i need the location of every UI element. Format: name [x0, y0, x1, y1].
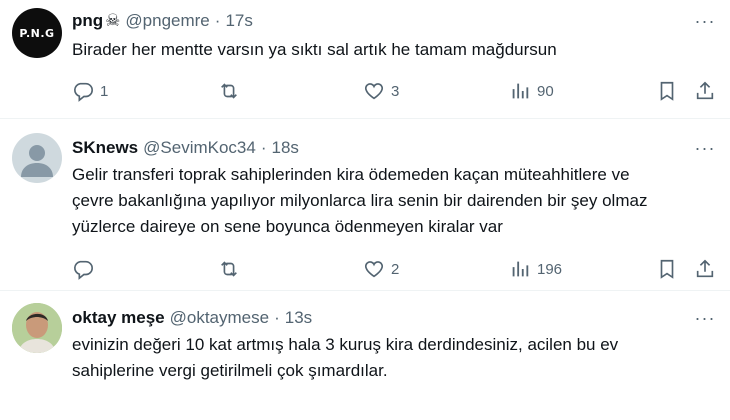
- user-handle[interactable]: @pngemre: [125, 10, 209, 32]
- more-icon[interactable]: ···: [694, 10, 716, 32]
- display-name[interactable]: SKnews: [72, 137, 138, 159]
- timestamp[interactable]: 17s: [225, 10, 252, 32]
- separator: ·: [214, 11, 221, 30]
- skull-crossbones-icon: ☠: [105, 11, 121, 30]
- avatar[interactable]: [12, 303, 62, 353]
- more-icon[interactable]: ···: [694, 307, 716, 329]
- tweet[interactable]: oktay meşe @oktaymese · 13s ··· evinizin…: [0, 291, 730, 420]
- tweet[interactable]: P.N.G png ☠ @pngemre · 17s ··· Birader h…: [0, 0, 730, 118]
- timestamp[interactable]: 13s: [285, 307, 312, 329]
- view-count: 90: [537, 82, 554, 100]
- user-handle[interactable]: @SevimKoc34: [143, 137, 256, 159]
- reply-icon: [74, 82, 93, 102]
- heart-icon: [364, 83, 384, 100]
- separator: ·: [260, 138, 267, 157]
- like-button[interactable]: 3: [363, 78, 399, 104]
- share-icon: [696, 259, 714, 278]
- views-button[interactable]: 90: [509, 78, 554, 104]
- views-button[interactable]: 196: [509, 256, 562, 282]
- like-count: 2: [391, 260, 400, 278]
- tweet-text: evinizin değeri 10 kat artmış hala 3 kur…: [72, 335, 619, 380]
- tweet[interactable]: SKnews @SevimKoc34 · 18s ··· Gelir trans…: [0, 119, 730, 289]
- user-handle[interactable]: @oktaymese: [170, 307, 269, 329]
- views-icon: [512, 261, 529, 277]
- default-avatar-icon: [21, 145, 53, 177]
- retweet-icon: [221, 83, 237, 99]
- reply-icon: [74, 260, 93, 280]
- retweet-icon: [221, 261, 237, 277]
- share-icon: [696, 81, 714, 100]
- tweet-text: Gelir transferi toprak sahiplerinden kir…: [72, 165, 648, 236]
- reply-button[interactable]: 1: [72, 78, 108, 104]
- more-icon[interactable]: ···: [694, 137, 716, 159]
- reply-button[interactable]: [72, 256, 94, 282]
- reply-count: 1: [100, 82, 109, 100]
- profile-photo: [12, 303, 62, 353]
- avatar[interactable]: P.N.G: [12, 8, 62, 58]
- timestamp[interactable]: 18s: [272, 137, 299, 159]
- separator: ·: [274, 308, 280, 327]
- share-button[interactable]: [694, 256, 716, 282]
- heart-icon: [364, 261, 384, 278]
- share-button[interactable]: [694, 78, 716, 104]
- retweet-button[interactable]: [218, 256, 240, 282]
- avatar-logo-text: P.N.G: [19, 26, 55, 40]
- tweet-text: Birader her mentte varsın ya sıktı sal a…: [72, 40, 557, 59]
- bookmark-button[interactable]: [656, 256, 678, 282]
- view-count: 196: [537, 260, 563, 278]
- bookmark-icon: [660, 81, 674, 101]
- views-icon: [512, 83, 529, 99]
- like-count: 3: [391, 82, 400, 100]
- display-name[interactable]: oktay meşe: [72, 307, 165, 329]
- bookmark-button[interactable]: [656, 78, 678, 104]
- like-button[interactable]: 2: [363, 256, 399, 282]
- display-name[interactable]: png: [72, 10, 103, 32]
- avatar[interactable]: [12, 133, 62, 183]
- retweet-button[interactable]: [218, 78, 240, 104]
- bookmark-icon: [660, 259, 674, 279]
